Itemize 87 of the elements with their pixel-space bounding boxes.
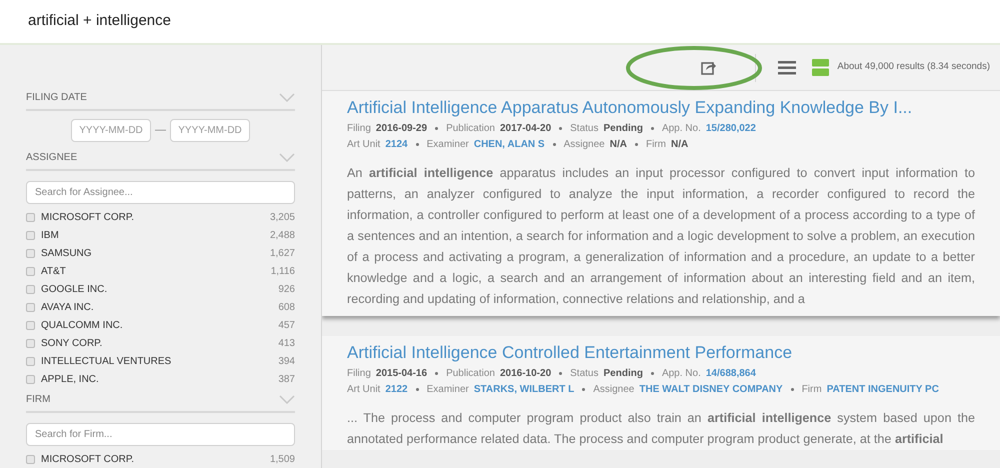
bullet-icon: [559, 126, 562, 130]
checkbox[interactable]: [26, 212, 35, 222]
result-abstract: ... The process and computer program product also train an artificial intelligence system based upon the annotated performance related data. The process and computer program product generate, at the artificial: [347, 410, 975, 448]
checkbox[interactable]: [26, 266, 35, 276]
meta-label: Status: [570, 122, 598, 136]
filter-option[interactable]: MICROSOFT CORP.: [41, 452, 270, 466]
checkbox[interactable]: [26, 284, 35, 294]
filter-option[interactable]: AT&T: [41, 264, 271, 278]
filter-option[interactable]: QUALCOMM INC.: [41, 318, 278, 332]
date-from-field[interactable]: YYYY-MM-DD: [71, 119, 151, 142]
result-count: 2,488: [270, 228, 295, 242]
section-title: ASSIGNEE: [26, 151, 78, 165]
result-abstract: An artificial intelligence apparatus includes an input processor configured to convert input information to patterns, an analyzer configured to analyze the input information, a recorder configured to record the information, a controller configured to perform at least one of a development of a process according to a type of a sentences and an intention, a search for information and a logic development to solve a problem, an execution of a process and activating a program, a generalization of information and a procedure, an update to a better knowledge and a logic, a search and an arrangement of information about an interesting field and an item, recording and updating of information, connective relations and relationship, and a: [347, 165, 975, 308]
date-to-field[interactable]: YYYY-MM-DD: [170, 119, 250, 142]
chevron-down-icon[interactable]: [279, 93, 295, 102]
meta-value: 2016-09-29: [376, 122, 428, 136]
checkbox[interactable]: [26, 374, 35, 384]
meta-label: Assignee: [593, 382, 634, 396]
result-count: 1,116: [270, 264, 295, 278]
filter-option[interactable]: AVAYA INC.: [41, 300, 278, 314]
card-view-icon[interactable]: [812, 59, 830, 76]
filter-option[interactable]: SONY CORP.: [41, 336, 278, 350]
search-field[interactable]: Search for Assignee...: [26, 181, 295, 204]
meta-label: Firm: [646, 138, 666, 152]
result-count: 413: [278, 336, 295, 350]
results-summary: About 49,000 results (8.34 seconds): [837, 60, 990, 74]
meta-value: N/A: [610, 138, 627, 152]
bullet-icon: [634, 142, 638, 146]
meta-value: Pending: [604, 366, 643, 380]
list-view-icon[interactable]: [778, 60, 796, 76]
search-query: artificial + intelligence: [28, 11, 171, 32]
meta-label: Examiner: [426, 382, 469, 396]
meta-label: Filing: [347, 122, 371, 136]
meta-label: Firm: [802, 382, 822, 396]
meta-label: Status: [570, 366, 598, 380]
bullet-icon: [416, 142, 419, 146]
filter-option[interactable]: INTELLECTUAL VENTURES: [41, 354, 278, 368]
meta-value: 2015-04-16: [376, 366, 428, 380]
meta-label: Publication: [446, 366, 495, 380]
section-title: FILING DATE: [26, 91, 87, 105]
bullet-icon: [650, 372, 654, 374]
chevron-down-icon[interactable]: [279, 153, 295, 162]
filter-option[interactable]: IBM: [41, 228, 270, 242]
checkbox[interactable]: [26, 320, 35, 330]
meta-label: Examiner: [426, 138, 469, 152]
checkbox[interactable]: [26, 248, 35, 258]
meta-value: 2017-04-20: [500, 122, 552, 136]
result-count: 457: [278, 318, 295, 332]
meta-value: N/A: [670, 138, 688, 152]
chevron-down-icon[interactable]: [279, 395, 295, 404]
bullet-icon: [552, 142, 556, 146]
checkbox[interactable]: [26, 356, 35, 366]
bullet-icon: [435, 126, 438, 130]
meta-value: 2016-10-20: [500, 366, 552, 380]
result-count: 3,205: [270, 210, 295, 224]
date-separator: —: [155, 123, 166, 138]
meta-label: Publication: [446, 122, 495, 136]
filter-option[interactable]: GOOGLE INC.: [41, 282, 278, 296]
filter-option[interactable]: SAMSUNG: [41, 246, 270, 260]
meta-label: Art Unit: [347, 382, 380, 396]
share-icon[interactable]: [701, 60, 718, 74]
bullet-icon: [582, 388, 586, 390]
bullet-icon: [650, 126, 654, 130]
search-field[interactable]: Search for Firm...: [26, 423, 295, 446]
checkbox[interactable]: [26, 338, 35, 348]
meta-label: Filing: [347, 366, 371, 380]
section-title: FIRM: [26, 393, 50, 407]
bullet-icon: [416, 388, 419, 390]
bullet-icon: [559, 372, 562, 374]
checkbox[interactable]: [26, 230, 35, 240]
result-count: 1,627: [270, 246, 295, 260]
result-count: 387: [278, 372, 295, 386]
filter-option[interactable]: APPLE, INC.: [41, 372, 278, 386]
filter-option[interactable]: MICROSOFT CORP.: [41, 210, 270, 224]
bullet-icon: [435, 372, 438, 374]
checkbox[interactable]: [26, 454, 35, 464]
result-count: 926: [278, 282, 295, 296]
result-count: 1,509: [270, 452, 295, 466]
checkbox[interactable]: [26, 302, 35, 312]
meta-value: Pending: [604, 122, 643, 136]
result-count: 608: [278, 300, 295, 314]
result-count: 394: [278, 354, 295, 368]
bullet-icon: [790, 388, 794, 390]
meta-label: App. No.: [662, 122, 701, 136]
meta-label: Art Unit: [347, 138, 380, 152]
meta-label: Assignee: [564, 138, 605, 152]
meta-label: App. No.: [662, 366, 701, 380]
